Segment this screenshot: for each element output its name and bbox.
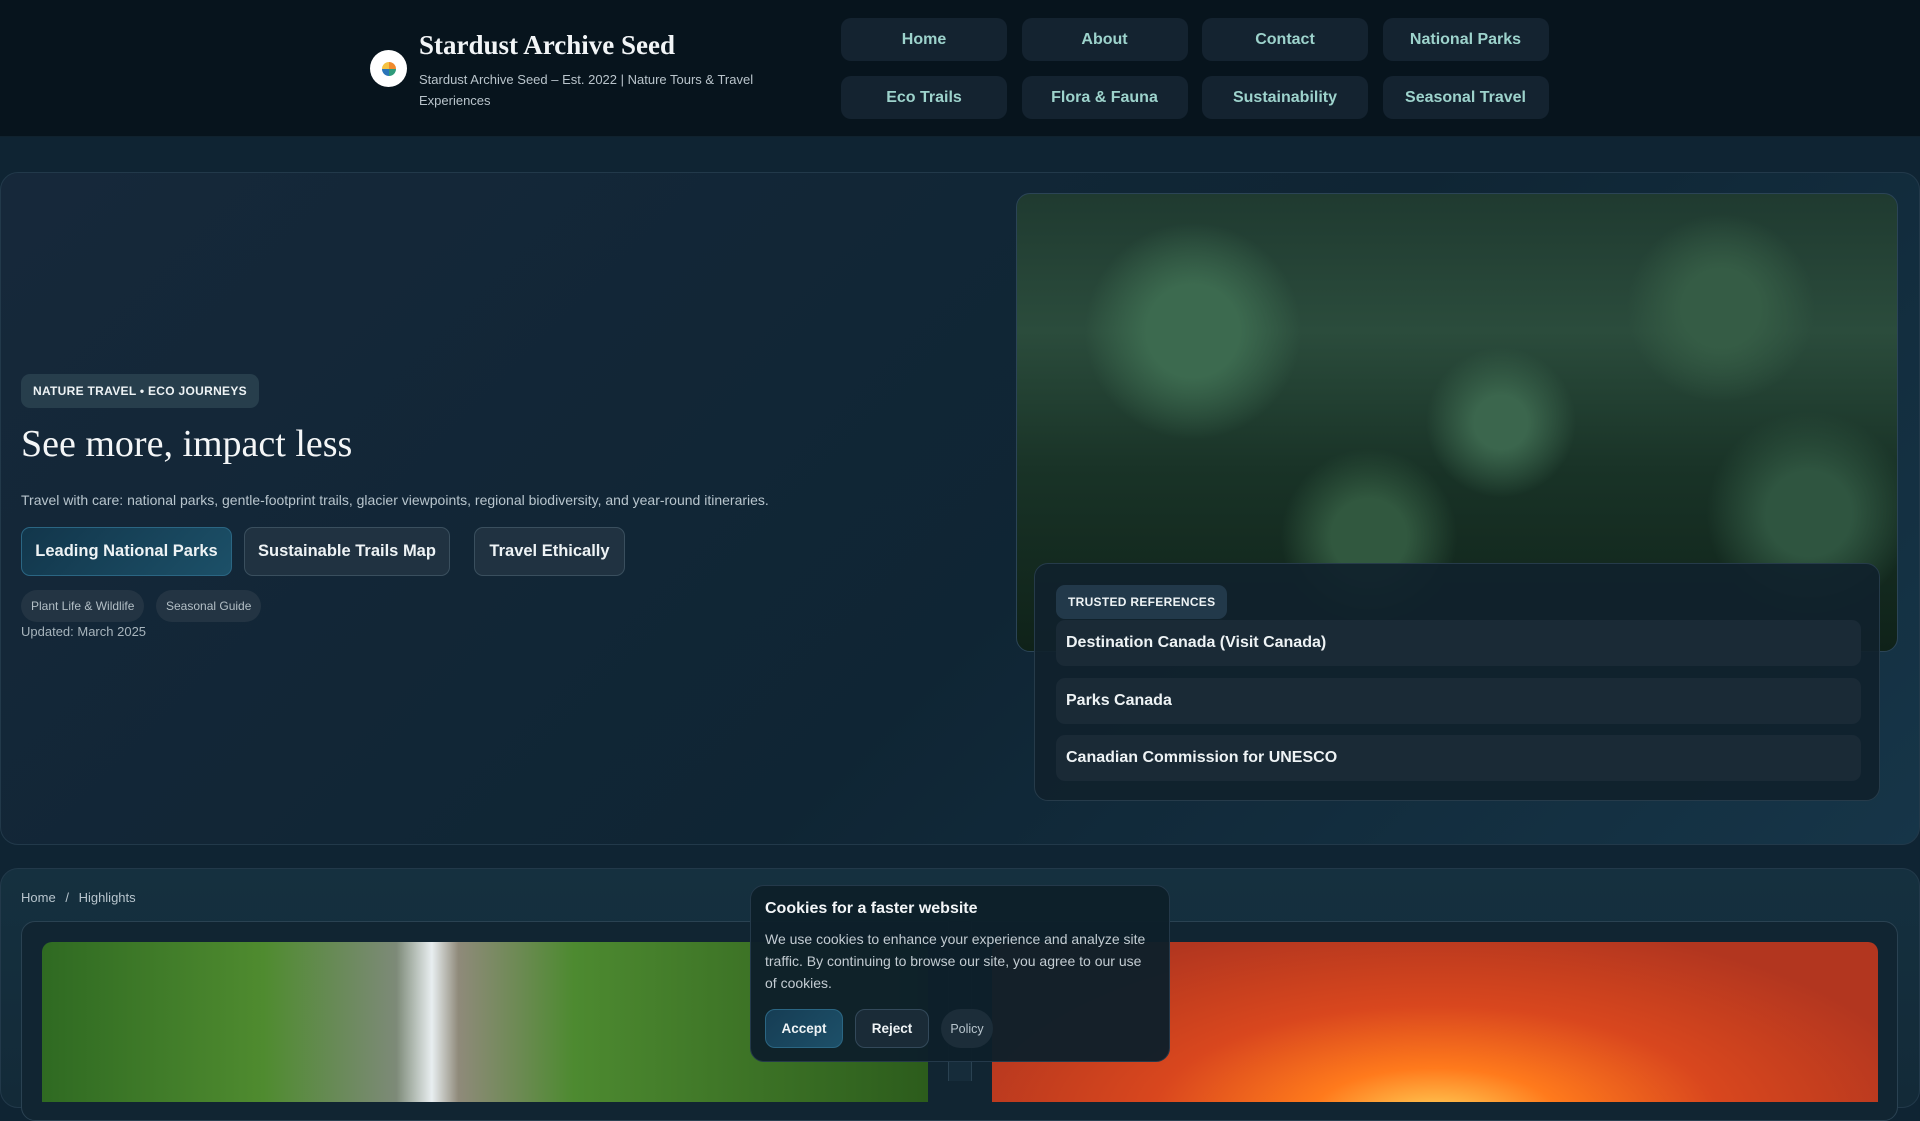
nav-home[interactable]: Home (841, 18, 1007, 61)
updated-date: Updated: March 2025 (21, 624, 147, 639)
nav-sustainability[interactable]: Sustainability (1202, 76, 1368, 119)
reference-link[interactable]: Canadian Commission for UNESCO (1056, 735, 1861, 781)
breadcrumb: Home / Highlights (21, 890, 136, 905)
policy-button[interactable]: Policy (941, 1009, 993, 1048)
nav-seasonal-travel[interactable]: Seasonal Travel (1382, 76, 1549, 119)
breadcrumb-separator: / (65, 890, 69, 905)
cookie-title: Cookies for a faster website (765, 900, 978, 917)
reject-button[interactable]: Reject (855, 1009, 929, 1048)
reference-link[interactable]: Destination Canada (Visit Canada) (1056, 620, 1861, 666)
accept-button[interactable]: Accept (765, 1009, 843, 1048)
site-header: Stardust Archive Seed Stardust Archive S… (0, 0, 1920, 137)
sustainable-trails-map-button[interactable]: Sustainable Trails Map (244, 527, 450, 576)
nav-about[interactable]: About (1021, 18, 1188, 61)
logo-icon[interactable] (370, 50, 407, 87)
hero-description: Travel with care: national parks, gentle… (21, 492, 769, 508)
hero-badge: NATURE TRAVEL • ECO JOURNEYS (21, 374, 259, 408)
leading-national-parks-button[interactable]: Leading National Parks (21, 527, 232, 576)
hero-title: See more, impact less (21, 423, 353, 465)
site-title[interactable]: Stardust Archive Seed (419, 30, 675, 61)
main-nav: Home About Contact National Parks Eco Tr… (841, 18, 1549, 119)
breadcrumb-current: Highlights (78, 890, 136, 905)
cookie-banner: Cookies for a faster website We use cook… (750, 885, 1170, 1062)
nav-eco-trails[interactable]: Eco Trails (841, 76, 1007, 119)
nav-national-parks[interactable]: National Parks (1382, 18, 1549, 61)
nav-contact[interactable]: Contact (1202, 18, 1368, 61)
references-badge: TRUSTED REFERENCES (1056, 585, 1228, 619)
tag-plant-life[interactable]: Plant Life & Wildlife (21, 590, 145, 622)
site-subtitle: Stardust Archive Seed – Est. 2022 | Natu… (419, 72, 754, 108)
reference-link[interactable]: Parks Canada (1056, 678, 1861, 724)
cookie-text: We use cookies to enhance your experienc… (765, 931, 1146, 991)
tag-seasonal-guide[interactable]: Seasonal Guide (156, 590, 262, 622)
trusted-references-card: TRUSTED REFERENCES Destination Canada (V… (1034, 563, 1880, 801)
nav-flora-fauna[interactable]: Flora & Fauna (1021, 76, 1188, 119)
breadcrumb-home[interactable]: Home (21, 890, 56, 905)
travel-ethically-button[interactable]: Travel Ethically (474, 527, 625, 576)
